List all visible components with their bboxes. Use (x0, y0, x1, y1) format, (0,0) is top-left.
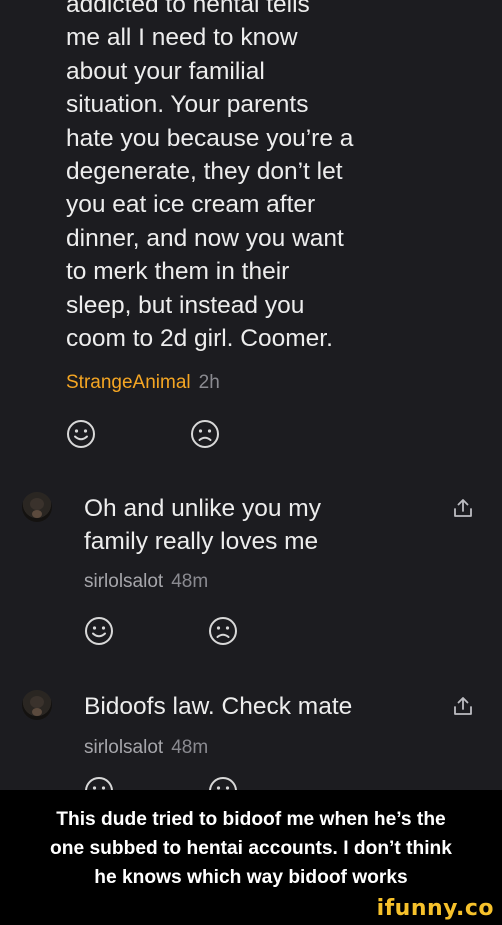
comment-line: hate you because you’re a (66, 124, 354, 152)
comment-line: addicted to hentai tells (66, 0, 310, 18)
caption-line: he knows which way bidoof works (94, 866, 408, 888)
timestamp: 48m (171, 737, 209, 758)
comment-line: dinner, and now you want (66, 224, 344, 252)
reply-meta: sirlolsalot 48m (84, 571, 208, 593)
frown-icon[interactable] (208, 776, 238, 790)
comment-line: coom to 2d girl. Coomer. (66, 325, 333, 353)
comment-line: me all I need to know (66, 24, 298, 52)
comment-line: to merk them in their (66, 258, 290, 286)
smile-icon[interactable] (84, 776, 114, 790)
reply-meta: sirlolsalot 48m (84, 737, 208, 759)
comment-meta: StrangeAnimal 2h (66, 372, 220, 394)
comment-line: sleep, but instead you (66, 291, 305, 319)
share-icon[interactable] (452, 497, 474, 519)
comment-line: situation. Your parents (66, 91, 309, 119)
timestamp: 48m (171, 571, 209, 592)
avatar[interactable] (22, 492, 52, 522)
frown-icon[interactable] (190, 419, 220, 449)
timestamp: 2h (198, 372, 220, 393)
username-link[interactable]: StrangeAnimal (66, 372, 191, 393)
reply-text: Bidoofs law. Check mate (84, 690, 352, 723)
caption-line: one subbed to hentai accounts. I don’t t… (50, 837, 452, 859)
reply-line: family really loves me (84, 528, 319, 555)
frown-icon[interactable] (208, 616, 238, 646)
reply-text: Oh and unlike you my family really loves… (84, 492, 321, 558)
smile-icon[interactable] (84, 616, 114, 646)
comment-line: degenerate, they don’t let (66, 158, 343, 186)
smile-icon[interactable] (66, 419, 96, 449)
comment-thread: addicted to hentai tells me all I need t… (0, 0, 502, 790)
username-link[interactable]: sirlolsalot (84, 571, 163, 592)
comment-line: you eat ice cream after (66, 191, 316, 219)
username-link[interactable]: sirlolsalot (84, 737, 163, 758)
avatar[interactable] (22, 690, 52, 720)
reply-line: Bidoofs law. Check mate (84, 693, 353, 720)
reply-line: Oh and unlike you my (84, 495, 321, 522)
comment-text: addicted to hentai tells me all I need t… (66, 0, 466, 355)
meme-caption: This dude tried to bidoof me when he’s t… (0, 790, 502, 906)
caption-line: This dude tried to bidoof me when he’s t… (56, 808, 446, 830)
share-icon[interactable] (452, 695, 474, 717)
comment-line: about your familial (66, 57, 265, 85)
ifunny-watermark: ifunny.co (376, 896, 494, 921)
